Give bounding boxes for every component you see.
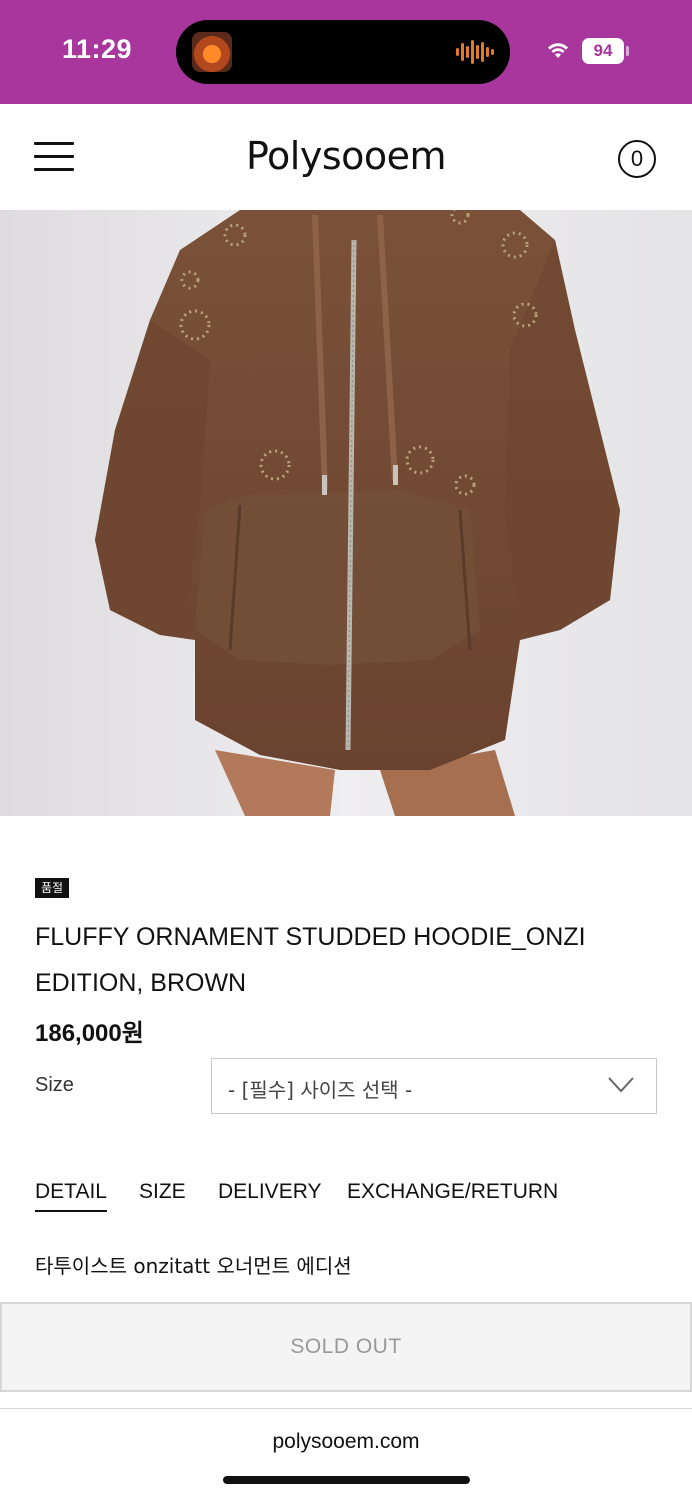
- sold-out-button[interactable]: SOLD OUT: [0, 1302, 692, 1392]
- product-image[interactable]: [0, 210, 692, 816]
- tab-size[interactable]: SIZE: [139, 1180, 186, 1204]
- status-bar: 11:29 94: [0, 0, 692, 104]
- site-logo[interactable]: Polysooem: [0, 134, 692, 178]
- chevron-down-icon: [608, 1077, 634, 1093]
- cart-icon[interactable]: 0: [618, 140, 656, 178]
- browser-bottom-bar: polysooem.com: [0, 1392, 692, 1500]
- wifi-icon: [548, 43, 568, 58]
- audio-waveform-icon: [456, 40, 494, 64]
- battery-icon: 94: [582, 38, 624, 64]
- dynamic-island[interactable]: [176, 20, 510, 84]
- tab-detail[interactable]: DETAIL: [35, 1180, 107, 1212]
- battery-tip: [626, 46, 629, 56]
- size-select-value: - [필수] 사이즈 선택 -: [228, 1078, 413, 1102]
- product-price: 186,000원: [35, 1020, 144, 1047]
- size-label: Size: [35, 1074, 74, 1096]
- status-time: 11:29: [62, 34, 133, 64]
- site-header: Polysooem 0: [0, 104, 692, 210]
- divider: [0, 1408, 692, 1409]
- music-thumbnail-icon: [192, 32, 232, 72]
- url-bar[interactable]: polysooem.com: [0, 1430, 692, 1454]
- tab-delivery[interactable]: DELIVERY: [218, 1180, 322, 1204]
- detail-text-overflow: [35, 1280, 335, 1288]
- product-title: FLUFFY ORNAMENT STUDDED HOODIE_ONZI EDIT…: [35, 923, 586, 997]
- tab-exchange-return[interactable]: EXCHANGE/RETURN: [347, 1180, 558, 1204]
- sold-out-badge: 품절: [35, 878, 70, 898]
- size-select[interactable]: - [필수] 사이즈 선택 -: [211, 1058, 657, 1114]
- detail-text: 타투이스트 onzitatt 오너먼트 에디션: [35, 1254, 352, 1278]
- home-indicator[interactable]: [223, 1476, 470, 1484]
- hoodie-illustration: [0, 210, 692, 816]
